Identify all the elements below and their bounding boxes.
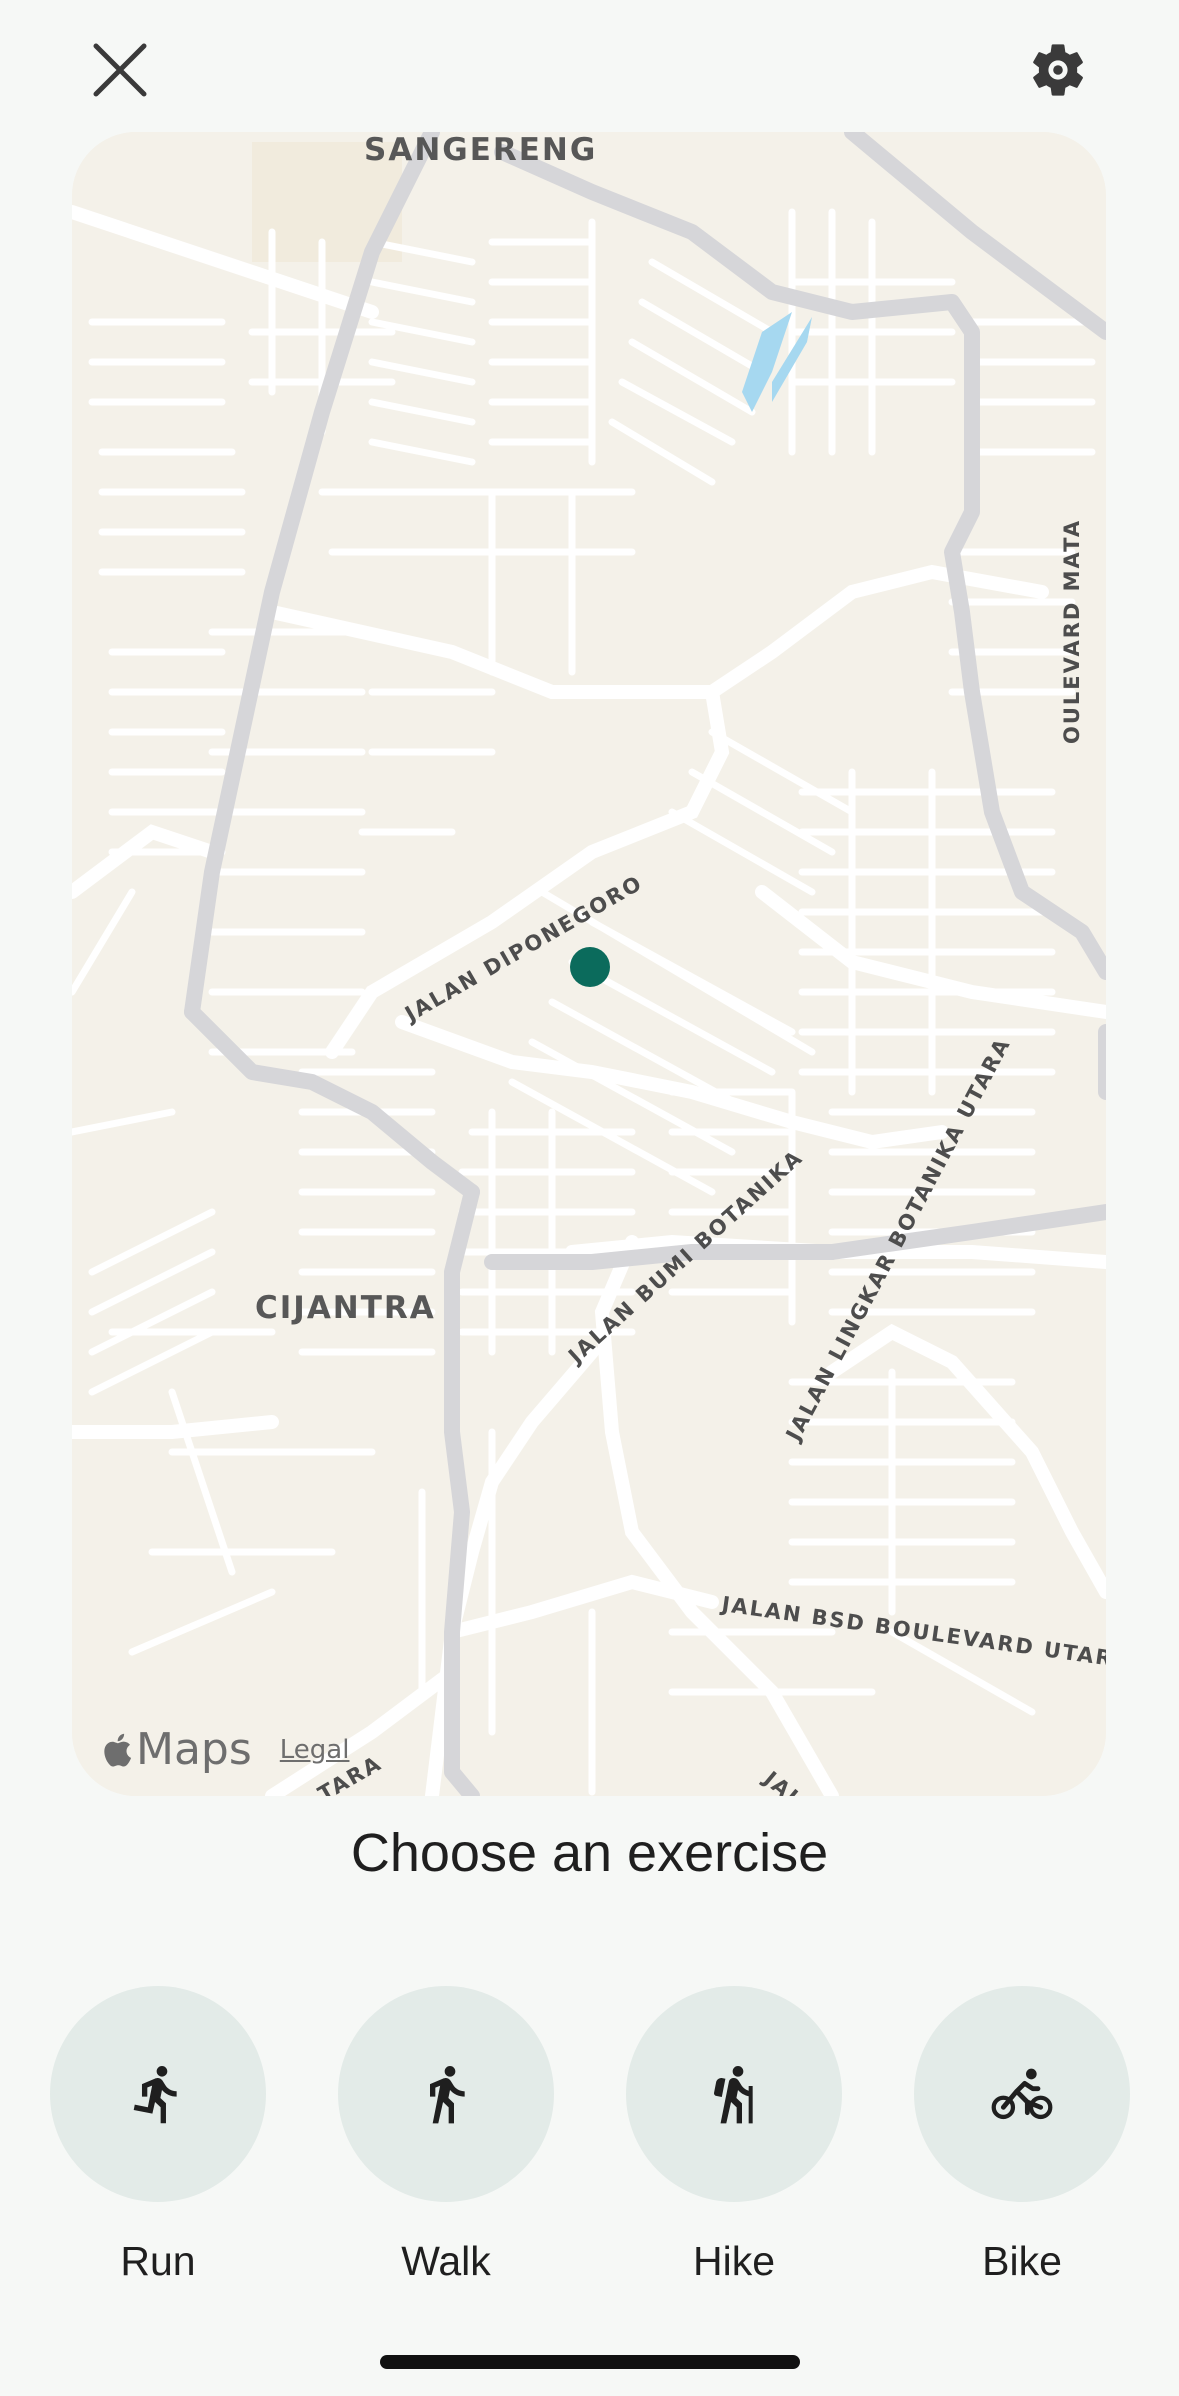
exercise-run-button[interactable]: Run (50, 1986, 266, 2285)
exercise-label: Bike (982, 2238, 1062, 2284)
apple-maps-logo: Maps (102, 1724, 252, 1775)
hike-icon (714, 2066, 753, 2124)
map-canvas (72, 132, 1106, 1796)
exercise-icon-circle[interactable] (626, 1986, 842, 2202)
walk-icon (430, 2066, 465, 2124)
map-place-label: SANGERENG (364, 132, 598, 168)
exercise-icon-circle[interactable] (338, 1986, 554, 2202)
exercise-label: Hike (692, 2238, 776, 2284)
run-icon (133, 2065, 177, 2124)
maps-logo-text: Maps (136, 1724, 252, 1775)
map-place-label: CIJANTRA (255, 1290, 436, 1326)
exercise-label: Walk (401, 2238, 491, 2284)
apple-logo-icon (104, 1733, 132, 1767)
exercise-icon-circle[interactable] (914, 1986, 1130, 2202)
exercise-hike-button[interactable]: Hike (626, 1986, 842, 2285)
home-indicator[interactable] (380, 2355, 800, 2369)
close-button[interactable] (80, 30, 160, 110)
exercise-label: Run (120, 2238, 196, 2284)
map-view[interactable]: SANGERENG CIJANTRA JALAN DIPONEGORO JALA… (72, 132, 1106, 1796)
bike-icon (991, 2068, 1053, 2120)
gear-icon (1033, 44, 1083, 96)
page-title: Choose an exercise (350, 1823, 829, 1883)
exercise-walk-button[interactable]: Walk (338, 1986, 554, 2285)
exercise-picker-screen: SANGERENG CIJANTRA JALAN DIPONEGORO JALA… (0, 0, 1179, 2396)
map-attribution: Maps Legal (102, 1724, 349, 1775)
settings-button[interactable] (1018, 30, 1098, 110)
exercise-icon-circle[interactable] (50, 1986, 266, 2202)
legal-link[interactable]: Legal (280, 1735, 350, 1765)
exercise-bike-button[interactable]: Bike (914, 1986, 1130, 2285)
current-location-dot (570, 947, 610, 987)
close-icon (93, 43, 147, 97)
map-street-label: OULEVARD MATA (1060, 518, 1084, 744)
